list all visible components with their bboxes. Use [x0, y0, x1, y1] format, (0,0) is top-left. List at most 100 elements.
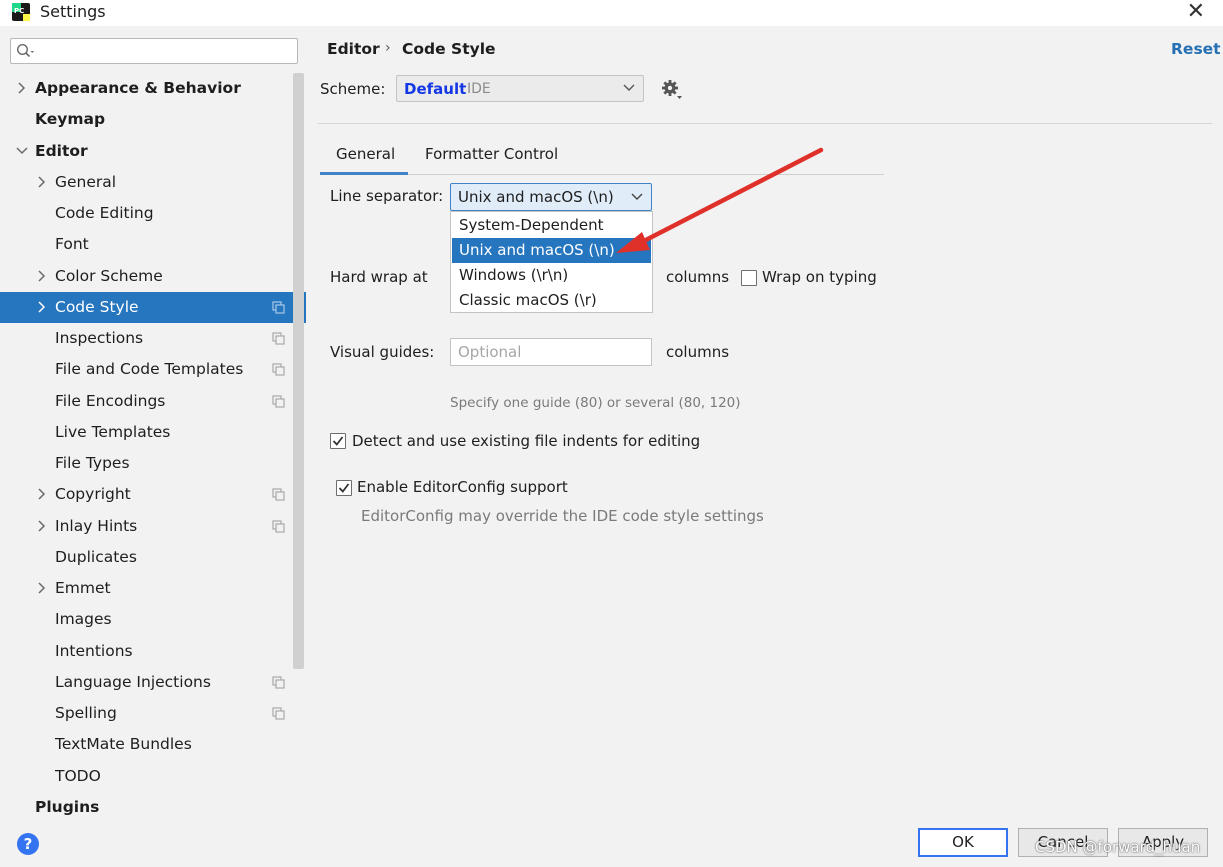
- sidebar-item-label: Code Style: [55, 298, 139, 316]
- wrap-on-typing-checkbox[interactable]: [741, 270, 757, 286]
- sidebar-item-color-scheme[interactable]: Color Scheme: [0, 261, 306, 292]
- scheme-dropdown[interactable]: Default IDE: [396, 75, 644, 102]
- project-scope-icon: [272, 332, 285, 345]
- reset-link[interactable]: Reset: [1171, 40, 1221, 58]
- dialog-footer: ? OK Cancel Apply CSDN @forward_huan: [0, 816, 1223, 867]
- editorconfig-label[interactable]: Enable EditorConfig support: [357, 478, 568, 496]
- annotation-arrow-icon: [616, 147, 824, 253]
- sidebar-item-label: Editor: [35, 142, 88, 160]
- sidebar-item-font[interactable]: Font: [0, 229, 306, 260]
- visual-guides-field[interactable]: [450, 338, 652, 366]
- line-separator-label: Line separator:: [330, 187, 444, 205]
- project-scope-icon: [272, 707, 285, 720]
- sidebar-item-keymap[interactable]: Keymap: [0, 104, 306, 135]
- sidebar-item-label: General: [55, 173, 117, 191]
- option-windows[interactable]: Windows (\r\n): [452, 263, 651, 288]
- chevron-right-icon[interactable]: [35, 175, 49, 189]
- sidebar-item-label: Spelling: [55, 704, 117, 722]
- sidebar-item-label: TextMate Bundles: [55, 735, 192, 753]
- help-button[interactable]: ?: [17, 833, 39, 855]
- scheme-name: Default: [404, 80, 467, 98]
- ok-button[interactable]: OK: [918, 828, 1008, 857]
- sidebar-item-label: Live Templates: [55, 423, 171, 441]
- sidebar-item-label: Intentions: [55, 642, 133, 660]
- sidebar-item-label: Language Injections: [55, 673, 211, 691]
- chevron-right-icon[interactable]: [35, 269, 49, 283]
- chevron-down-icon: [623, 84, 635, 91]
- sidebar-item-editor[interactable]: Editor: [0, 136, 306, 167]
- visual-guides-label: Visual guides:: [330, 343, 435, 361]
- sidebar-item-label: Plugins: [35, 798, 100, 816]
- scheme-type: IDE: [467, 81, 491, 97]
- breadcrumb-item[interactable]: Editor: [327, 40, 380, 58]
- header-divider: [318, 123, 1212, 124]
- active-tab-indicator: [320, 172, 408, 175]
- sidebar-item-label: Images: [55, 610, 112, 628]
- hard-wrap-label: Hard wrap at: [330, 268, 428, 286]
- sidebar-item-label: File and Code Templates: [55, 360, 244, 378]
- line-separator-value: Unix and macOS (\n): [458, 188, 614, 206]
- sidebar-item-label: Code Editing: [55, 204, 154, 222]
- sidebar-item-code-style[interactable]: Code Style: [0, 292, 306, 323]
- sidebar-item-label: Keymap: [35, 110, 106, 128]
- sidebar-item-live-templates[interactable]: Live Templates: [0, 417, 306, 448]
- sidebar-item-language-injections[interactable]: Language Injections: [0, 667, 306, 698]
- gear-icon[interactable]: [661, 79, 683, 101]
- tab-general[interactable]: General: [336, 145, 395, 163]
- close-icon[interactable]: ✕: [1187, 1, 1205, 23]
- option-classic-macos[interactable]: Classic macOS (\r): [452, 288, 651, 313]
- sidebar-item-file-encodings[interactable]: File Encodings: [0, 386, 306, 417]
- sidebar-item-label: TODO: [55, 767, 101, 785]
- sidebar-item-label: File Types: [55, 454, 130, 472]
- sidebar-item-todo[interactable]: TODO: [0, 761, 306, 792]
- chevron-right-icon[interactable]: [35, 487, 49, 501]
- window-title: Settings: [40, 2, 106, 21]
- chevron-right-icon[interactable]: [35, 581, 49, 595]
- breadcrumb-item: Code Style: [402, 40, 496, 58]
- visual-guides-input[interactable]: [451, 339, 651, 365]
- sidebar-item-duplicates[interactable]: Duplicates: [0, 542, 306, 573]
- project-scope-icon: [272, 395, 285, 408]
- project-scope-icon: [272, 676, 285, 689]
- scheme-label: Scheme:: [320, 80, 386, 98]
- project-scope-icon: [272, 520, 285, 533]
- sidebar-item-file-and-code-templates[interactable]: File and Code Templates: [0, 354, 306, 385]
- sidebar-item-code-editing[interactable]: Code Editing: [0, 198, 306, 229]
- breadcrumb: Editor › Code Style: [327, 40, 496, 58]
- sidebar-item-emmet[interactable]: Emmet: [0, 573, 306, 604]
- sidebar-item-label: Inlay Hints: [55, 517, 138, 535]
- sidebar-item-label: Copyright: [55, 485, 131, 503]
- settings-search[interactable]: [10, 38, 298, 64]
- detect-indents-label[interactable]: Detect and use existing file indents for…: [352, 432, 700, 450]
- chevron-right-icon[interactable]: [15, 81, 29, 95]
- sidebar-item-textmate-bundles[interactable]: TextMate Bundles: [0, 729, 306, 760]
- chevron-right-icon[interactable]: [35, 519, 49, 533]
- sidebar-item-label: Font: [55, 235, 89, 253]
- sidebar-item-inlay-hints[interactable]: Inlay Hints: [0, 511, 306, 542]
- sidebar-item-file-types[interactable]: File Types: [0, 448, 306, 479]
- chevron-down-icon[interactable]: [15, 144, 29, 158]
- sidebar-item-label: Appearance & Behavior: [35, 79, 241, 97]
- project-scope-icon: [272, 301, 285, 314]
- checkmark-icon: [338, 483, 350, 493]
- sidebar-item-appearance-behavior[interactable]: Appearance & Behavior: [0, 73, 306, 104]
- wrap-on-typing-label[interactable]: Wrap on typing: [762, 268, 877, 286]
- detect-indents-checkbox[interactable]: [330, 433, 346, 449]
- sidebar-item-copyright[interactable]: Copyright: [0, 479, 306, 510]
- project-scope-icon: [272, 363, 285, 376]
- sidebar-item-inspections[interactable]: Inspections: [0, 323, 306, 354]
- project-scope-icon: [272, 488, 285, 501]
- editorconfig-checkbox[interactable]: [336, 480, 352, 496]
- search-icon: [16, 43, 34, 58]
- editorconfig-hint: EditorConfig may override the IDE code s…: [361, 507, 764, 525]
- sidebar-item-general[interactable]: General: [0, 167, 306, 198]
- tab-formatter-control[interactable]: Formatter Control: [425, 145, 558, 163]
- sidebar-item-intentions[interactable]: Intentions: [0, 636, 306, 667]
- sidebar-item-spelling[interactable]: Spelling: [0, 698, 306, 729]
- sidebar-scrollbar[interactable]: [293, 73, 304, 669]
- sidebar-item-label: Inspections: [55, 329, 144, 347]
- chevron-right-icon[interactable]: [35, 300, 49, 314]
- sidebar-item-images[interactable]: Images: [0, 604, 306, 635]
- title-bar: PC Settings ✕: [0, 0, 1223, 26]
- search-input[interactable]: [39, 41, 289, 61]
